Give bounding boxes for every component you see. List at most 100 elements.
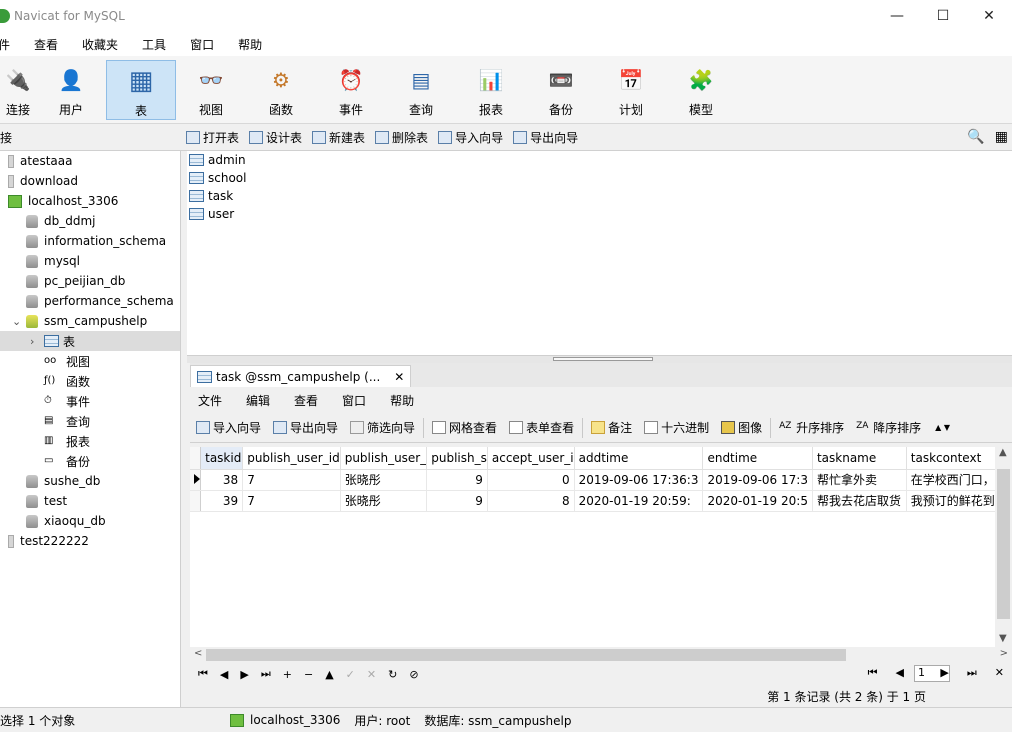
- scroll-right-icon[interactable]: >: [1000, 648, 1008, 659]
- delete-record-icon[interactable]: −: [304, 668, 313, 681]
- form-view-button[interactable]: 表单查看: [509, 419, 574, 436]
- scroll-down-icon[interactable]: ▼: [999, 633, 1007, 644]
- toolbar-schedule-button[interactable]: 📅 计划: [596, 60, 666, 120]
- data-import-button[interactable]: 导入向导: [196, 419, 261, 436]
- memo-button[interactable]: 备注: [591, 419, 632, 436]
- cell[interactable]: 张晓彤: [340, 490, 428, 512]
- apply-changes-icon[interactable]: ✓: [346, 668, 355, 681]
- menu-tools[interactable]: 工具: [130, 36, 178, 53]
- last-record-icon[interactable]: ⏭: [261, 667, 271, 681]
- column-header-addtime[interactable]: addtime: [574, 447, 704, 470]
- menu-view[interactable]: 查看: [22, 36, 70, 53]
- object-item-user[interactable]: user: [189, 205, 1012, 223]
- toolbar-model-button[interactable]: 🧩 模型: [666, 60, 736, 120]
- data-menu-file[interactable]: 文件: [198, 392, 222, 409]
- toolbar-function-button[interactable]: ⚙ 函数: [246, 60, 316, 120]
- tree-item[interactable]: information_schema: [0, 231, 180, 251]
- cell[interactable]: 0: [487, 469, 575, 491]
- first-page-icon[interactable]: ⏮: [868, 666, 878, 680]
- cell[interactable]: 9: [426, 469, 488, 491]
- menu-help[interactable]: 帮助: [226, 36, 274, 53]
- toolbar-table-button[interactable]: ▦ 表: [106, 60, 176, 120]
- object-item-task[interactable]: task: [189, 187, 1012, 205]
- cell[interactable]: 2020-01-19 20:5: [702, 490, 813, 512]
- stop-icon[interactable]: ⊘: [409, 668, 418, 681]
- refresh-icon[interactable]: ↻: [388, 668, 397, 681]
- export-wizard-button[interactable]: 导出向导: [513, 129, 578, 146]
- column-header-accept-user-id[interactable]: accept_user_i: [487, 447, 575, 470]
- vertical-scroll-thumb[interactable]: [997, 469, 1010, 619]
- tree-item[interactable]: performance_schema: [0, 291, 180, 311]
- filter-wizard-button[interactable]: 筛选向导: [350, 419, 415, 436]
- maximize-button[interactable]: ☐: [920, 0, 966, 32]
- toolbar-query-button[interactable]: ▤ 查询: [386, 60, 456, 120]
- column-header-taskid[interactable]: taskid: [200, 447, 244, 470]
- design-table-button[interactable]: 设计表: [249, 129, 302, 146]
- tree-item[interactable]: pc_peijian_db: [0, 271, 180, 291]
- tree-item[interactable]: atestaaa: [0, 151, 180, 171]
- tree-item[interactable]: ▭ 备份: [0, 451, 180, 471]
- next-record-icon[interactable]: ▶: [240, 668, 248, 681]
- column-header-publish-user-name[interactable]: publish_user_: [340, 447, 428, 470]
- cell[interactable]: 2019-09-06 17:36:3: [574, 469, 704, 491]
- cell[interactable]: 39: [200, 490, 244, 512]
- cell[interactable]: 2019-09-06 17:3: [702, 469, 813, 491]
- prev-record-icon[interactable]: ◀: [220, 668, 228, 681]
- cell[interactable]: 帮我去花店取货: [812, 490, 907, 512]
- tree-item[interactable]: › 表: [0, 331, 180, 351]
- prev-page-icon[interactable]: ◀: [896, 666, 904, 680]
- cell[interactable]: 7: [242, 469, 341, 491]
- cell[interactable]: 2020-01-19 20:59:: [574, 490, 704, 512]
- first-record-icon[interactable]: ⏮: [198, 667, 208, 681]
- next-page-icon[interactable]: ▶: [940, 666, 948, 680]
- tree-item[interactable]: download: [0, 171, 180, 191]
- toolbar-view-button[interactable]: 👓 视图: [176, 60, 246, 120]
- data-menu-view[interactable]: 查看: [294, 392, 318, 409]
- import-wizard-button[interactable]: 导入向导: [438, 129, 503, 146]
- menu-file[interactable]: 件: [0, 36, 22, 53]
- cell[interactable]: 帮忙拿外卖: [812, 469, 907, 491]
- new-table-button[interactable]: 新建表: [312, 129, 365, 146]
- toolbar-connect-button[interactable]: 🔌 连接: [0, 60, 36, 120]
- close-button[interactable]: ✕: [966, 0, 1012, 32]
- open-table-button[interactable]: 打开表: [186, 129, 239, 146]
- expand-toggle-icon[interactable]: ⌄: [12, 315, 26, 328]
- scroll-left-icon[interactable]: <: [194, 648, 202, 659]
- tree-item[interactable]: db_ddmj: [0, 211, 180, 231]
- tree-item[interactable]: ▥ 报表: [0, 431, 180, 451]
- cell[interactable]: 38: [200, 469, 244, 491]
- expand-toggle-icon[interactable]: ›: [30, 335, 44, 348]
- toolbar-user-button[interactable]: 👤 用户: [36, 60, 106, 120]
- data-menu-window[interactable]: 窗口: [342, 392, 366, 409]
- grid-view-icon[interactable]: ▦: [995, 129, 1008, 145]
- tree-item[interactable]: mysql: [0, 251, 180, 271]
- cell[interactable]: 8: [487, 490, 575, 512]
- object-item-admin[interactable]: admin: [189, 151, 1012, 169]
- data-export-button[interactable]: 导出向导: [273, 419, 338, 436]
- cell[interactable]: 张晓彤: [340, 469, 428, 491]
- pane-splitter[interactable]: [187, 355, 1012, 363]
- toolbar-report-button[interactable]: 📊 报表: [456, 60, 526, 120]
- data-menu-edit[interactable]: 编辑: [246, 392, 270, 409]
- vertical-scrollbar[interactable]: ▲ ▼: [995, 447, 1012, 647]
- tab-task-data[interactable]: task @ssm_campushelp (... ✕: [190, 365, 412, 387]
- toolbar-event-button[interactable]: ⏰ 事件: [316, 60, 386, 120]
- cell[interactable]: 7: [242, 490, 341, 512]
- scroll-up-icon[interactable]: ▲: [999, 447, 1007, 458]
- tree-item[interactable]: ⌄ ssm_campushelp: [0, 311, 180, 331]
- grid-view-button[interactable]: 网格查看: [432, 419, 497, 436]
- tree-item[interactable]: ▤ 查询: [0, 411, 180, 431]
- menu-favorites[interactable]: 收藏夹: [70, 36, 130, 53]
- tree-item[interactable]: test: [0, 491, 180, 511]
- tree-item[interactable]: xiaoqu_db: [0, 511, 180, 531]
- toolbar-backup-button[interactable]: 📼 备份: [526, 60, 596, 120]
- tree-item[interactable]: oo 视图: [0, 351, 180, 371]
- horizontal-scroll-thumb[interactable]: [206, 649, 846, 661]
- discard-changes-icon[interactable]: ✕: [367, 668, 376, 681]
- column-header-taskname[interactable]: taskname: [812, 447, 907, 470]
- close-tab-icon[interactable]: ✕: [394, 370, 404, 384]
- tree-item[interactable]: localhost_3306: [0, 191, 180, 211]
- column-header-publish-school[interactable]: publish_s: [426, 447, 488, 470]
- table-row[interactable]: 38 7 张晓彤 9 0 2019-09-06 17:36:3 2019-09-…: [190, 469, 1012, 491]
- image-button[interactable]: 图像: [721, 419, 762, 436]
